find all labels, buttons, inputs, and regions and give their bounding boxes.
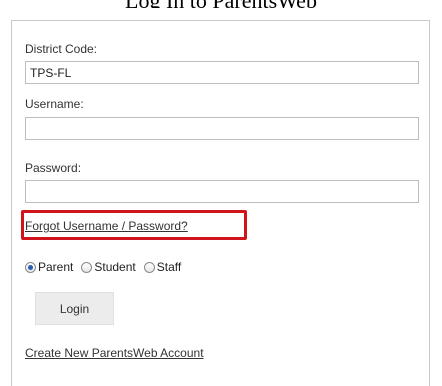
username-field[interactable] <box>25 117 419 140</box>
district-code-field[interactable] <box>25 61 419 84</box>
role-staff-radio[interactable] <box>143 261 155 273</box>
role-staff-label: Staff <box>156 260 182 274</box>
username-label: Username: <box>25 97 84 111</box>
role-student-label: Student <box>94 260 136 274</box>
role-parent-label: Parent <box>38 260 74 274</box>
password-field[interactable] <box>25 180 419 203</box>
forgot-password-link[interactable]: Forgot Username / Password? <box>25 219 188 233</box>
page-heading: Log In to ParentsWeb <box>0 0 442 8</box>
login-button[interactable]: Login <box>35 292 114 325</box>
role-student[interactable]: Student <box>81 260 136 274</box>
role-parent-radio[interactable] <box>25 261 36 273</box>
password-label: Password: <box>25 161 82 175</box>
role-selector: Parent Student Staff <box>25 259 189 275</box>
role-student-radio[interactable] <box>81 261 93 273</box>
district-code-label: District Code: <box>25 42 98 56</box>
create-account-link[interactable]: Create New ParentsWeb Account <box>25 346 204 360</box>
role-staff[interactable]: Staff <box>143 260 182 274</box>
role-parent[interactable]: Parent <box>25 260 73 274</box>
login-page: Log In to ParentsWeb District Code: User… <box>0 0 442 386</box>
